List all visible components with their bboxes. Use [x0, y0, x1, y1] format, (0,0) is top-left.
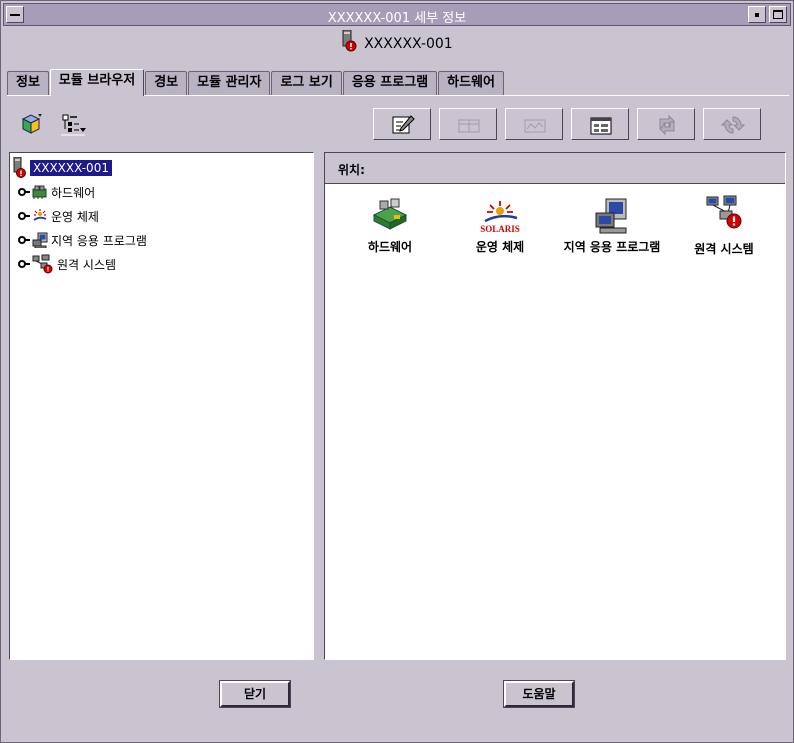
refresh-icon	[659, 114, 675, 136]
graph-icon	[524, 119, 546, 133]
module-tree[interactable]: XXXXXX-001 하드웨어 운영 체제 지역 응용 프로그램 원격 시스템	[9, 152, 314, 660]
module-icon-remote-systems[interactable]: 원격 시스템	[669, 195, 779, 257]
module-view-panel[interactable]: 위치: 하드웨어 SOLARIS 운영 체제 지역 응용 프로그램 원격 시스템	[324, 152, 786, 660]
location-bar: 위치:	[325, 153, 785, 184]
hierarchy-view-icon	[21, 114, 42, 134]
host-alarm-icon	[13, 157, 26, 178]
tab-module-browser[interactable]: 모듈 브라우저	[49, 69, 145, 96]
module-icon-os[interactable]: SOLARIS 운영 체제	[445, 195, 555, 255]
hierarchy-view-button[interactable]	[19, 111, 45, 137]
tree-item-label: 원격 시스템	[57, 257, 117, 272]
minimize-button[interactable]	[748, 6, 766, 23]
location-label: 위치:	[338, 163, 365, 177]
reload-icon	[721, 116, 745, 134]
module-icon-local-apps[interactable]: 지역 응용 프로그램	[557, 195, 667, 255]
maximize-icon	[773, 10, 783, 19]
table-icon	[458, 119, 480, 133]
solaris-logo-icon: SOLARIS	[480, 201, 520, 234]
module-icon-label: 운영 체제	[475, 240, 525, 254]
solaris-icon	[33, 209, 47, 221]
expand-toggle-icon[interactable]	[18, 211, 30, 221]
header-title: XXXXXX-001	[364, 35, 453, 52]
tab-log-view[interactable]: 로그 보기	[271, 71, 342, 95]
graph-button[interactable]	[505, 108, 563, 140]
module-icon-label: 원격 시스템	[694, 242, 754, 256]
header: XXXXXX-001	[3, 27, 791, 55]
tab-bar: 정보 모듈 브라우저 경보 모듈 관리자 로그 보기 응용 프로그램 하드웨어	[7, 69, 505, 96]
tree-item-remote-systems[interactable]: 원격 시스템	[18, 254, 116, 274]
title-bar[interactable]: XXXXXX-001 세부 정보	[3, 3, 791, 26]
close-button[interactable]: 닫기	[219, 680, 291, 708]
details-window-button[interactable]	[571, 108, 629, 140]
host-alarm-icon	[341, 29, 357, 55]
module-icon-label: 지역 응용 프로그램	[563, 240, 661, 254]
module-icon-hardware[interactable]: 하드웨어	[335, 195, 445, 255]
local-apps-icon	[595, 198, 627, 234]
edit-button[interactable]	[373, 108, 431, 140]
tab-module-manager[interactable]: 모듈 관리자	[188, 71, 271, 95]
expand-toggle-icon[interactable]	[18, 235, 30, 245]
tree-item-label: 지역 응용 프로그램	[51, 233, 147, 248]
details-window: XXXXXX-001 세부 정보 XXXXXX-001 정보 모듈 브라우저 경…	[0, 0, 794, 743]
details-window-icon	[590, 117, 612, 135]
minimize-icon	[755, 13, 759, 17]
remote-systems-alarm-icon	[32, 254, 53, 274]
tree-item-label: 운영 체제	[51, 209, 99, 224]
list-view-icon	[61, 114, 86, 136]
list-view-button[interactable]	[59, 111, 86, 137]
expand-toggle-icon[interactable]	[18, 259, 30, 269]
tree-item-label: 하드웨어	[51, 185, 96, 200]
tab-info[interactable]: 정보	[7, 71, 49, 95]
tree-root[interactable]: XXXXXX-001	[13, 157, 112, 178]
hardware-icon	[372, 198, 408, 230]
expand-toggle-icon[interactable]	[18, 187, 30, 197]
module-icon-label: 하드웨어	[367, 240, 413, 254]
solaris-logo-text: SOLARIS	[480, 224, 520, 234]
tree-item-hardware[interactable]: 하드웨어	[18, 182, 95, 202]
maximize-button[interactable]	[769, 6, 787, 23]
remote-systems-alarm-icon	[706, 195, 742, 229]
tree-item-local-apps[interactable]: 지역 응용 프로그램	[18, 230, 147, 250]
tree-root-label: XXXXXX-001	[30, 160, 112, 176]
tree-item-os[interactable]: 운영 체제	[18, 206, 99, 226]
refresh-button[interactable]	[637, 108, 695, 140]
tab-hardware[interactable]: 하드웨어	[438, 71, 504, 95]
reload-button[interactable]	[703, 108, 761, 140]
help-button[interactable]: 도움말	[503, 680, 575, 708]
hardware-icon	[32, 185, 47, 199]
tab-alarms[interactable]: 경보	[145, 71, 188, 95]
window-title: XXXXXX-001 세부 정보	[327, 11, 467, 26]
tab-applications[interactable]: 응용 프로그램	[342, 71, 438, 95]
local-apps-icon	[32, 232, 48, 248]
edit-icon	[392, 115, 415, 134]
table-button[interactable]	[439, 108, 497, 140]
